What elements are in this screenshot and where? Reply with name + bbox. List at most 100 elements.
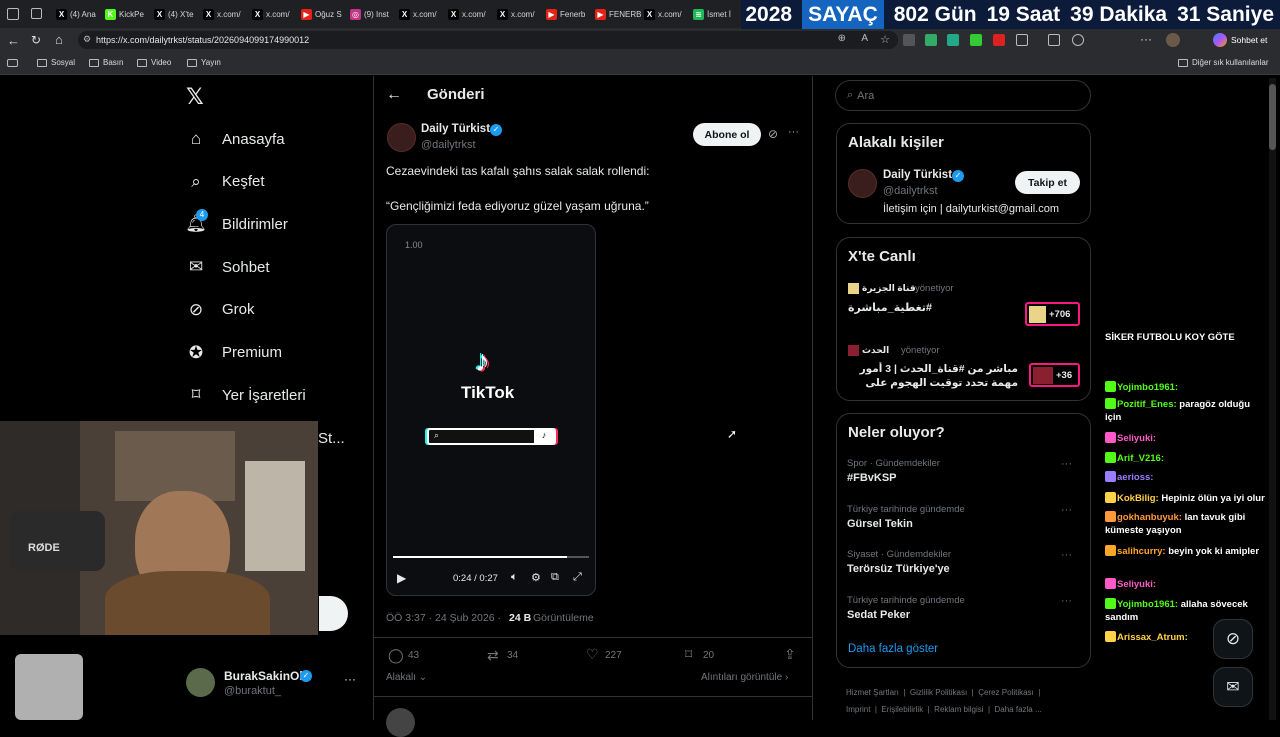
footer-link[interactable]: Erişilebilirlik bbox=[881, 705, 923, 714]
trend-item[interactable]: Spor · Gündemdekiler #FBvKSP ··· bbox=[847, 458, 1082, 484]
chat-username[interactable]: Seliyuki: bbox=[1117, 579, 1156, 590]
playback-speed[interactable]: 1.00 bbox=[405, 240, 423, 250]
nav-item-grok[interactable]: ⊘ Grok bbox=[186, 300, 255, 320]
repost-icon[interactable]: ⇄ bbox=[487, 647, 499, 664]
profile-avatar[interactable] bbox=[1166, 33, 1180, 47]
author-avatar[interactable] bbox=[387, 123, 416, 152]
grok-float-button[interactable]: ⊘ bbox=[1213, 619, 1253, 659]
translate-icon[interactable]: A bbox=[861, 33, 868, 44]
volume-icon[interactable]: 🔈︎ bbox=[511, 571, 518, 584]
more-icon[interactable]: ··· bbox=[1061, 504, 1072, 516]
favorite-star-icon[interactable]: ☆ bbox=[880, 33, 890, 46]
nav-item-sohbet[interactable]: ✉ Sohbet bbox=[186, 257, 270, 277]
chat-username[interactable]: salihcurry: bbox=[1117, 546, 1166, 557]
live-title[interactable]: مباشر من #قناة_الحدث | 3 أمور مهمة تحدد … bbox=[848, 362, 1018, 390]
zoom-icon[interactable]: ⊕ bbox=[838, 33, 846, 44]
browser-tab[interactable]: Xx.com/ bbox=[399, 4, 445, 24]
extensions-icon[interactable] bbox=[1016, 34, 1028, 46]
more-icon[interactable]: ··· bbox=[1061, 595, 1072, 607]
nav-item-bildirimler[interactable]: 🔔︎ 4 Bildirimler bbox=[185, 209, 288, 234]
browser-tab[interactable]: X (4) X'te bbox=[154, 4, 200, 24]
grok-icon[interactable]: ⊘ bbox=[768, 127, 778, 141]
footer-link[interactable]: Daha fazla ... bbox=[995, 705, 1042, 714]
post-timestamp[interactable]: ÖÖ 3:37 · 24 Şub 2026 · bbox=[386, 612, 501, 624]
more-icon[interactable]: ··· bbox=[1061, 458, 1072, 470]
follow-button[interactable]: Takip et bbox=[1015, 171, 1080, 194]
browser-tab[interactable]: Xx.com/ bbox=[252, 4, 298, 24]
person-name[interactable]: Daily Türkist bbox=[883, 169, 952, 181]
home-button-icon[interactable]: ⌂ bbox=[55, 32, 63, 47]
chat-username[interactable]: KokBilig: bbox=[1117, 493, 1159, 504]
other-bookmarks[interactable]: Diğer sık kullanılanlar bbox=[1178, 58, 1268, 67]
tab-actions-icon[interactable] bbox=[31, 8, 42, 19]
site-info-icon[interactable]: ⚙ bbox=[83, 34, 91, 45]
browser-tab[interactable]: ≋ İsmet İ bbox=[693, 4, 739, 24]
browser-tab[interactable]: ▶ FENERB bbox=[595, 4, 641, 24]
trend-item[interactable]: Türkiye tarihinde gündemde Sedat Peker ··· bbox=[847, 595, 1082, 621]
view-quotes-link[interactable]: Alıntıları görüntüle › bbox=[701, 672, 788, 683]
copilot-chat-button[interactable]: Sohbet et bbox=[1213, 32, 1267, 48]
post-button[interactable] bbox=[319, 596, 348, 631]
settings-icon[interactable]: ⚙ bbox=[531, 571, 541, 584]
nav-item-premium[interactable]: ✪ Premium bbox=[186, 343, 282, 363]
chat-username[interactable]: Yojimbo1961: bbox=[1117, 382, 1178, 393]
bookmark-folder-yayin[interactable]: Yayın bbox=[187, 58, 221, 67]
search-input[interactable]: ⌕ Ara bbox=[835, 80, 1091, 111]
browser-tab[interactable]: K KickPe bbox=[105, 4, 151, 24]
trend-item[interactable]: Siyaset · Gündemdekiler Terörsüz Türkiye'… bbox=[847, 549, 1082, 575]
footer-link[interactable]: Gizlilik Politikası bbox=[910, 688, 967, 697]
like-icon[interactable]: ♡ bbox=[586, 646, 599, 663]
live-listeners[interactable]: +706 bbox=[1025, 302, 1080, 326]
extension-icon[interactable] bbox=[993, 34, 1005, 46]
author-name[interactable]: Daily Türkist bbox=[421, 123, 490, 135]
chat-username[interactable]: Arif_V216: bbox=[1117, 453, 1164, 464]
more-icon[interactable]: ··· bbox=[788, 126, 799, 138]
extension-icon[interactable] bbox=[903, 34, 915, 46]
more-icon[interactable]: ··· bbox=[1140, 32, 1152, 46]
live-listeners[interactable]: +36 bbox=[1029, 363, 1080, 387]
reply-icon[interactable]: ◯ bbox=[388, 647, 404, 664]
play-icon[interactable]: ▶ bbox=[397, 571, 406, 585]
browser-tab[interactable]: ▶ Oğuz S bbox=[301, 4, 347, 24]
chat-username[interactable]: Seliyuki: bbox=[1117, 433, 1156, 444]
workspace-icon[interactable] bbox=[7, 8, 19, 20]
extension-icon[interactable] bbox=[947, 34, 959, 46]
chat-username[interactable]: Pozitif_Enes: bbox=[1117, 399, 1177, 410]
chat-username[interactable]: Yojimbo1961: bbox=[1117, 599, 1178, 610]
bookmark-folder-sosyal[interactable]: Sosyal bbox=[37, 58, 75, 67]
chat-username[interactable]: gokhanbuyuk: bbox=[1117, 512, 1182, 523]
footer-link[interactable]: Hizmet Şartları bbox=[846, 688, 899, 697]
nav-item-anasayfa[interactable]: ⌂ Anasayfa bbox=[186, 129, 285, 149]
relevant-sort[interactable]: Alakalı ⌄ bbox=[386, 672, 427, 683]
back-icon[interactable]: ← bbox=[7, 33, 20, 48]
nav-item-keşfet[interactable]: ⌕ Keşfet bbox=[186, 172, 264, 192]
author-handle[interactable]: @dailytrkst bbox=[421, 139, 476, 151]
bookmark-folder-basin[interactable]: Basın bbox=[89, 58, 123, 67]
bookmark-folder-video[interactable]: Video bbox=[137, 58, 171, 67]
split-screen-icon[interactable] bbox=[1048, 34, 1060, 46]
browser-tab[interactable]: Xx.com/ bbox=[644, 4, 690, 24]
browser-tab[interactable]: Xx.com/ bbox=[203, 4, 249, 24]
extension-icon[interactable] bbox=[970, 34, 982, 46]
subscribe-button[interactable]: Abone ol bbox=[693, 123, 761, 146]
browser-tab[interactable]: Xx.com/ bbox=[497, 4, 543, 24]
browser-tab[interactable]: Xx.com/ bbox=[448, 4, 494, 24]
nav-item-yer-i-şaretleri[interactable]: ⌑ Yer İşaretleri bbox=[186, 385, 306, 405]
chat-username[interactable]: aerioss: bbox=[1117, 472, 1153, 483]
browser-tab[interactable]: X (4) Ana bbox=[56, 4, 102, 24]
share-icon[interactable]: ⇪ bbox=[784, 646, 796, 663]
video-progress-track[interactable] bbox=[393, 556, 589, 558]
reload-icon[interactable]: ↻ bbox=[31, 33, 41, 47]
browser-tab[interactable]: ▶ Fenerb bbox=[546, 4, 592, 24]
extension-icon[interactable] bbox=[925, 34, 937, 46]
scrollbar[interactable] bbox=[1269, 78, 1276, 720]
live-title[interactable]: تغطية_مباشرة# bbox=[848, 301, 932, 314]
footer-link[interactable]: Imprint bbox=[846, 705, 870, 714]
reading-list-icon[interactable] bbox=[7, 59, 18, 67]
more-icon[interactable]: ··· bbox=[1061, 549, 1072, 561]
author-avatar[interactable] bbox=[848, 169, 877, 198]
messages-float-button[interactable]: ✉ bbox=[1213, 667, 1253, 707]
account-switcher[interactable]: BurakSakinOl ✓ @buraktut_ ··· bbox=[186, 668, 364, 698]
trend-item[interactable]: Türkiye tarihinde gündemde Gürsel Tekin ··… bbox=[847, 504, 1082, 530]
url-field[interactable]: ⚙ https://x.com/dailytrkst/status/202609… bbox=[78, 31, 898, 49]
